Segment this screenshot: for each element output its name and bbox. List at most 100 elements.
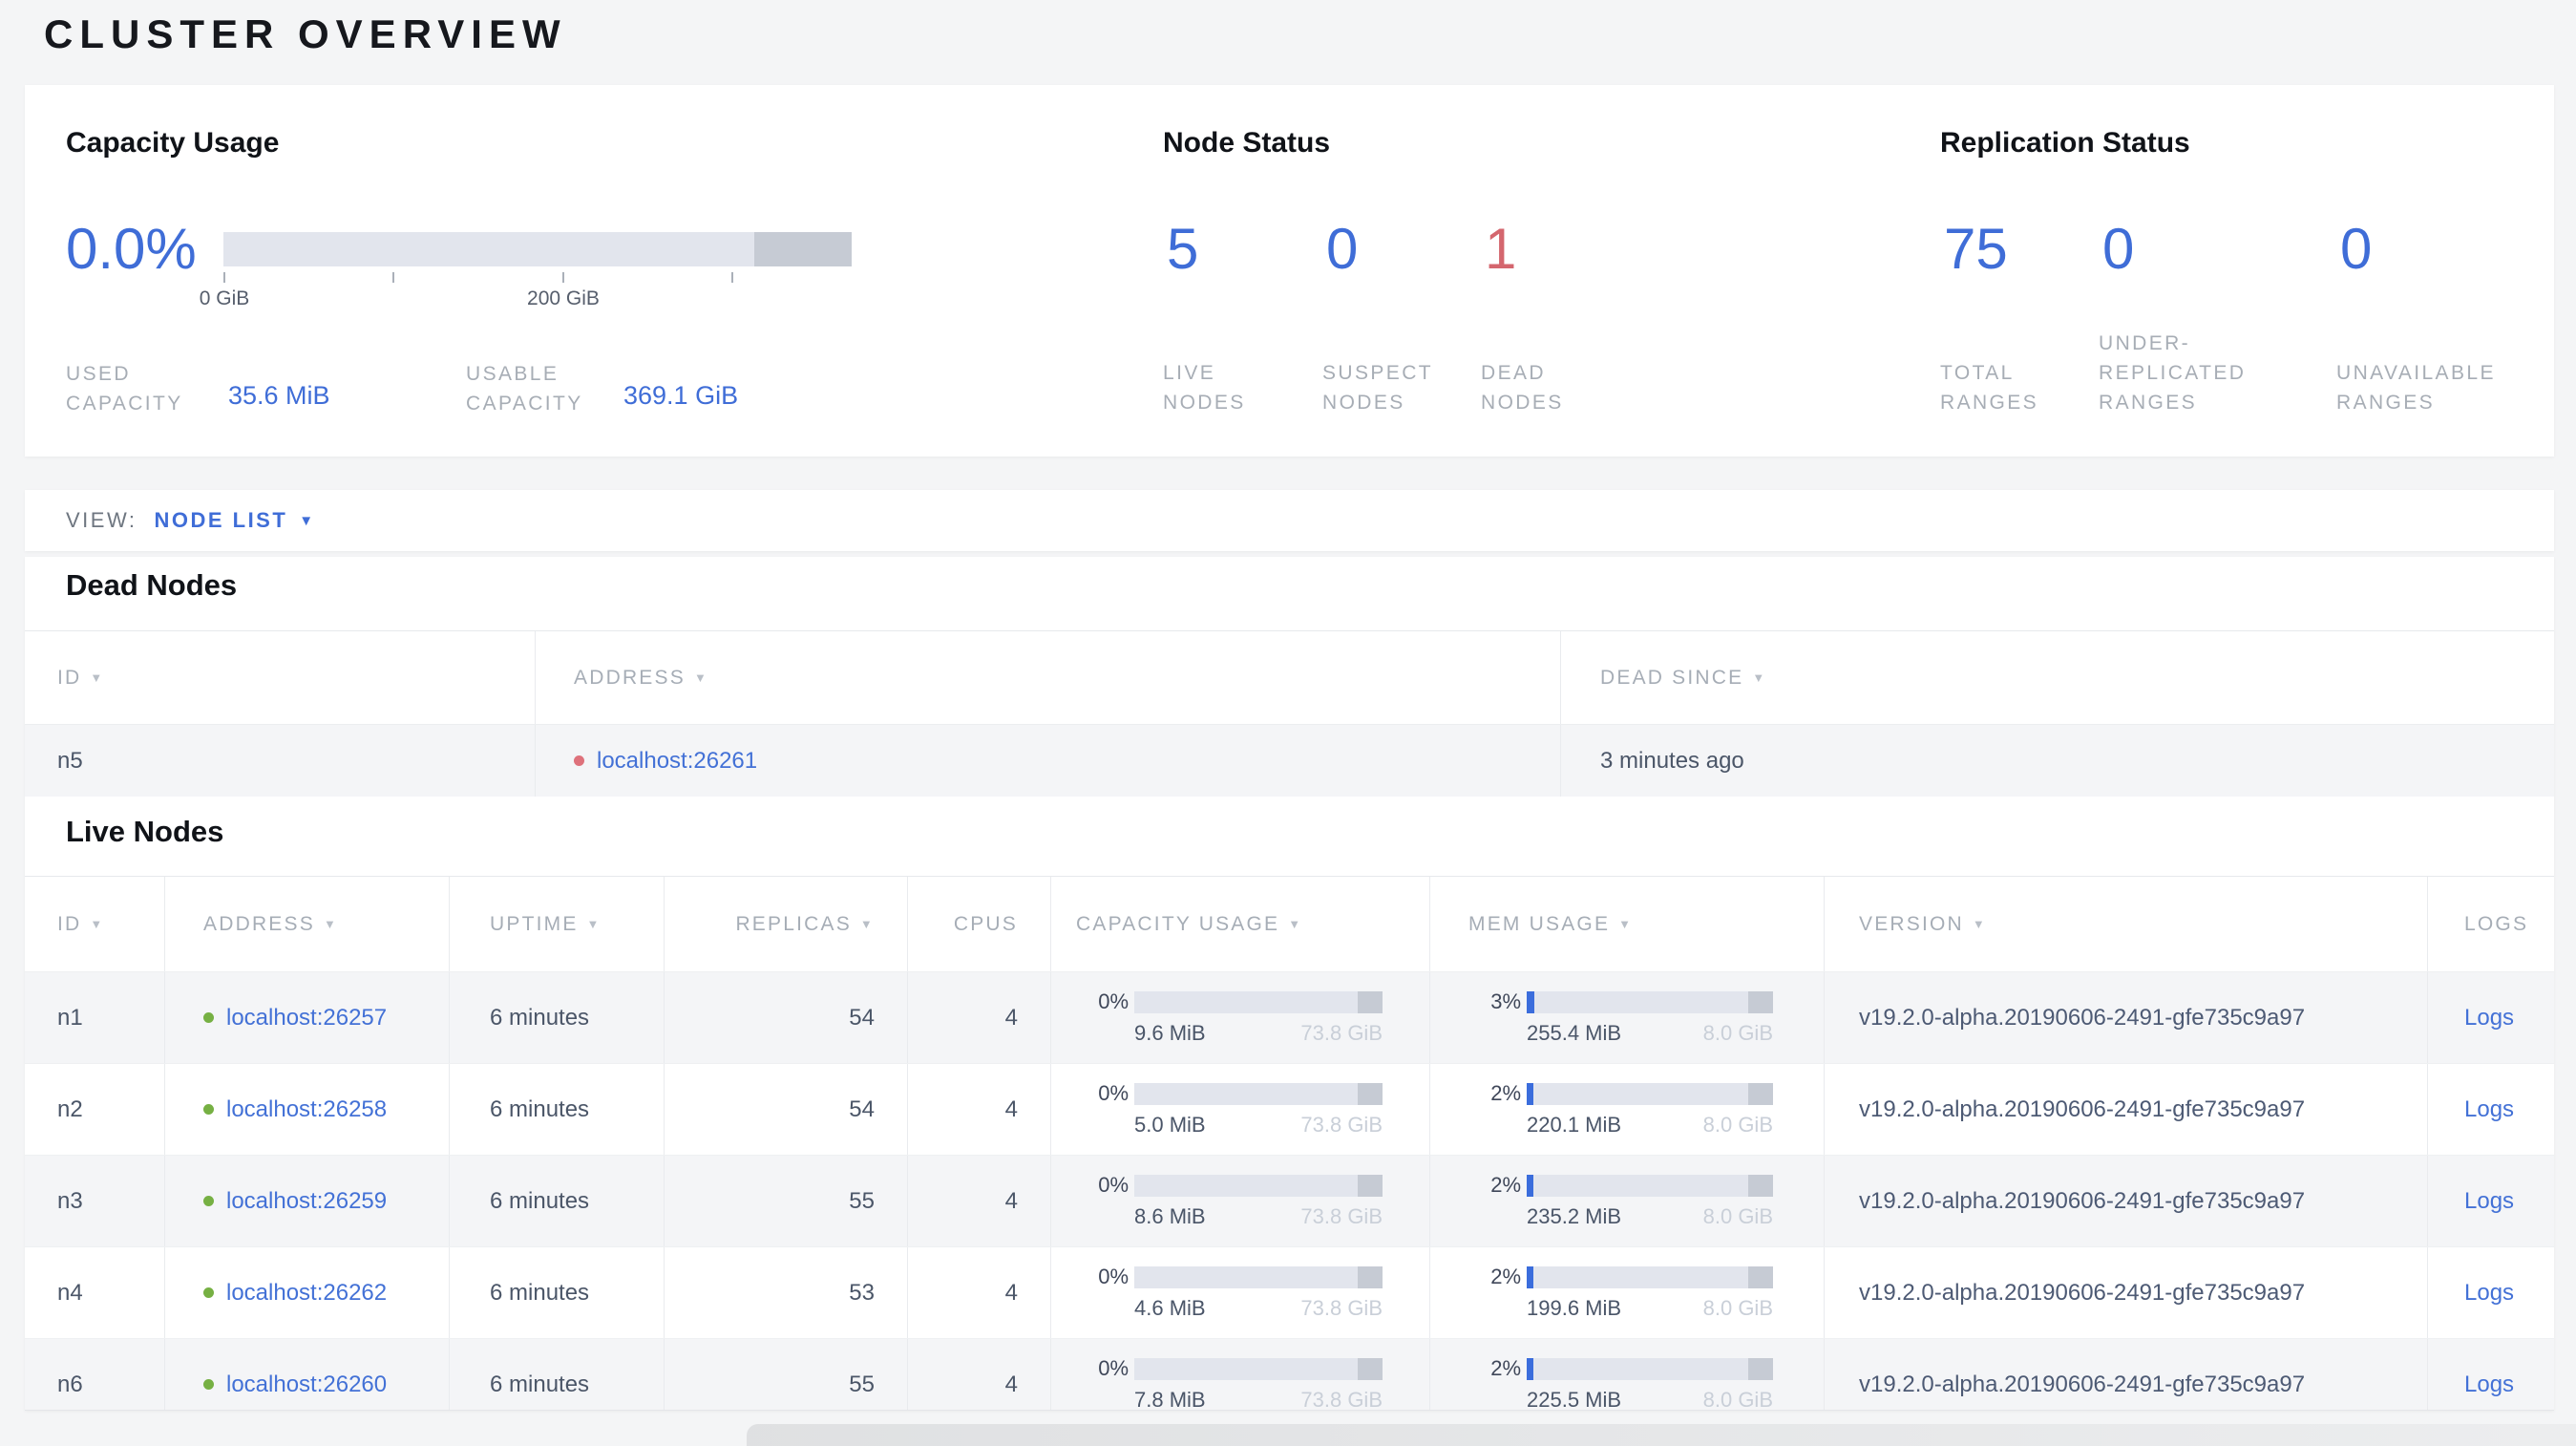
dead-col-header-dead-since[interactable]: DEAD SINCE ▼ [1560, 631, 2554, 724]
node-version-cell: v19.2.0-alpha.20190606-2491-gfe735c9a97 [1824, 1064, 2427, 1155]
live-col-header-replicas[interactable]: REPLICAS ▼ [664, 877, 907, 971]
logs-link[interactable]: Logs [2464, 1280, 2514, 1307]
logs-link[interactable]: Logs [2464, 1188, 2514, 1215]
mem-bar-tail [1748, 1082, 1773, 1105]
capacity-axis-tick [223, 272, 225, 283]
logs-link[interactable]: Logs [2464, 1005, 2514, 1031]
sort-caret-icon: ▼ [90, 917, 105, 931]
capacity-bar-tail [1358, 1082, 1383, 1105]
capacity-percent: 0% [1098, 1265, 1129, 1288]
node-address-cell: localhost:26262 [164, 1247, 449, 1338]
dead-col-header-address[interactable]: ADDRESS ▼ [535, 631, 1560, 724]
node-address-cell: localhost:26258 [164, 1064, 449, 1155]
live-node-row: n3 localhost:26259 6 minutes 55 4 0% 8.6… [25, 1155, 2554, 1246]
replication-status-title: Replication Status [1940, 127, 2190, 159]
live-col-header-capacity[interactable]: CAPACITY USAGE ▼ [1050, 877, 1429, 971]
mem-bar-fill [1527, 1174, 1533, 1197]
capacity-axis-label-200: 200 GiB [527, 287, 600, 309]
node-capacity-usage-cell: 0% 4.6 MiB 73.8 GiB [1050, 1247, 1429, 1338]
view-selector[interactable]: NODE LIST [154, 508, 287, 533]
mem-total: 8.0 GiB [1702, 1296, 1773, 1320]
total-ranges-label: TOTAL RANGES [1940, 362, 2039, 414]
node-replicas: 54 [664, 1064, 907, 1155]
live-col-header-address[interactable]: ADDRESS ▼ [164, 877, 449, 971]
node-address-link[interactable]: localhost:26260 [226, 1372, 387, 1398]
capacity-percent: 0% [1098, 1356, 1129, 1380]
sort-caret-icon: ▼ [323, 917, 339, 931]
node-address-link[interactable]: localhost:26258 [226, 1096, 387, 1123]
node-address-link[interactable]: localhost:26257 [226, 1005, 387, 1031]
capacity-bar-nonusable-segment [754, 232, 852, 266]
nodes-tables-card: Dead Nodes ID ▼ ADDRESS ▼ DEAD SINCE ▼ n5 l… [25, 557, 2554, 1411]
capacity-used: 9.6 MiB [1134, 1021, 1206, 1045]
live-col-header-id[interactable]: ID ▼ [25, 877, 164, 971]
used-capacity-label: USED CAPACITY [66, 363, 183, 415]
sort-caret-icon: ▼ [1618, 917, 1634, 931]
chevron-down-icon[interactable]: ▼ [299, 513, 313, 529]
node-address-cell: localhost:26259 [164, 1156, 449, 1246]
capacity-total: 73.8 GiB [1300, 1388, 1383, 1411]
dead-col-header-id[interactable]: ID ▼ [25, 631, 535, 724]
live-col-header-uptime[interactable]: UPTIME ▼ [449, 877, 664, 971]
dead-node-address-cell: localhost:26261 [535, 725, 1560, 797]
node-logs-cell: Logs [2427, 1064, 2554, 1155]
capacity-axis-tick [562, 272, 564, 283]
replication-status-labels: TOTAL RANGES UNDER-REPLICATED RANGES UNA… [1940, 326, 2539, 417]
suspect-nodes-label: SUSPECT NODES [1322, 362, 1433, 414]
mem-total: 8.0 GiB [1702, 1021, 1773, 1045]
sort-caret-icon: ▼ [586, 917, 602, 931]
live-status-dot-icon [203, 1196, 214, 1206]
node-logs-cell: Logs [2427, 1247, 2554, 1338]
node-version-cell: v19.2.0-alpha.20190606-2491-gfe735c9a97 [1824, 1339, 2427, 1410]
node-capacity-usage-cell: 0% 8.6 MiB 73.8 GiB [1050, 1156, 1429, 1246]
live-col-header-version[interactable]: VERSION ▼ [1824, 877, 2427, 971]
live-col-header-cpus: CPUS [907, 877, 1050, 971]
live-node-row: n1 localhost:26257 6 minutes 54 4 0% 9.6… [25, 971, 2554, 1063]
live-node-row: n6 localhost:26260 6 minutes 55 4 0% 7.8… [25, 1338, 2554, 1411]
capacity-axis-tick [392, 272, 394, 283]
node-id: n4 [57, 1279, 83, 1306]
capacity-bar-tail [1358, 1174, 1383, 1197]
node-address-link[interactable]: localhost:26259 [226, 1188, 387, 1215]
node-cpus: 4 [907, 1156, 1050, 1246]
mem-bar-tail [1748, 1265, 1773, 1288]
node-status-title: Node Status [1163, 127, 1331, 159]
mem-bar-fill [1527, 1357, 1533, 1380]
view-bar: VIEW: NODE LIST ▼ [25, 490, 2554, 551]
mem-bar-fill [1527, 990, 1534, 1013]
sort-caret-icon: ▼ [859, 917, 875, 931]
node-replicas: 53 [664, 1247, 907, 1338]
unavailable-ranges-count: 0 [2340, 217, 2373, 281]
node-status-labels: LIVE NODES SUSPECT NODES DEAD NODES [1163, 326, 1597, 417]
dead-nodes-label: DEAD NODES [1481, 362, 1564, 414]
dead-nodes-table: ID ▼ ADDRESS ▼ DEAD SINCE ▼ n5 localhost:26… [25, 630, 2554, 797]
suspect-nodes-count: 0 [1326, 217, 1359, 281]
node-cpus: 4 [907, 1339, 1050, 1410]
node-replicas: 55 [664, 1339, 907, 1410]
node-uptime: 6 minutes [449, 1156, 664, 1246]
dead-nodes-header-row: ID ▼ ADDRESS ▼ DEAD SINCE ▼ [25, 631, 2554, 724]
capacity-bar [1134, 990, 1383, 1013]
mem-percent: 2% [1490, 1173, 1521, 1197]
capacity-used-percent: 0.0% [66, 217, 197, 281]
mem-percent: 2% [1490, 1081, 1521, 1105]
node-uptime: 6 minutes [449, 1247, 664, 1338]
mem-percent: 2% [1490, 1265, 1521, 1288]
logs-link[interactable]: Logs [2464, 1096, 2514, 1123]
unavailable-ranges-label: UNAVAILABLE RANGES [2336, 362, 2496, 414]
under-replicated-ranges-count: 0 [2102, 217, 2135, 281]
live-col-header-mem[interactable]: MEM USAGE ▼ [1429, 877, 1824, 971]
dead-node-id: n5 [57, 747, 83, 774]
node-mem-usage-cell: 2% 225.5 MiB 8.0 GiB [1429, 1339, 1824, 1410]
live-status-dot-icon [203, 1012, 214, 1023]
node-capacity-usage-cell: 0% 5.0 MiB 73.8 GiB [1050, 1064, 1429, 1155]
dead-node-address-link[interactable]: localhost:26261 [597, 748, 757, 775]
node-address-link[interactable]: localhost:26262 [226, 1280, 387, 1307]
node-uptime: 6 minutes [449, 972, 664, 1063]
capacity-bar [1134, 1174, 1383, 1197]
logs-link[interactable]: Logs [2464, 1372, 2514, 1398]
node-version-cell: v19.2.0-alpha.20190606-2491-gfe735c9a97 [1824, 972, 2427, 1063]
live-status-dot-icon [203, 1287, 214, 1298]
live-nodes-table: ID ▼ ADDRESS ▼ UPTIME ▼ REPLICAS ▼ CPUS CAPA… [25, 876, 2554, 1411]
mem-bar [1527, 1265, 1773, 1288]
